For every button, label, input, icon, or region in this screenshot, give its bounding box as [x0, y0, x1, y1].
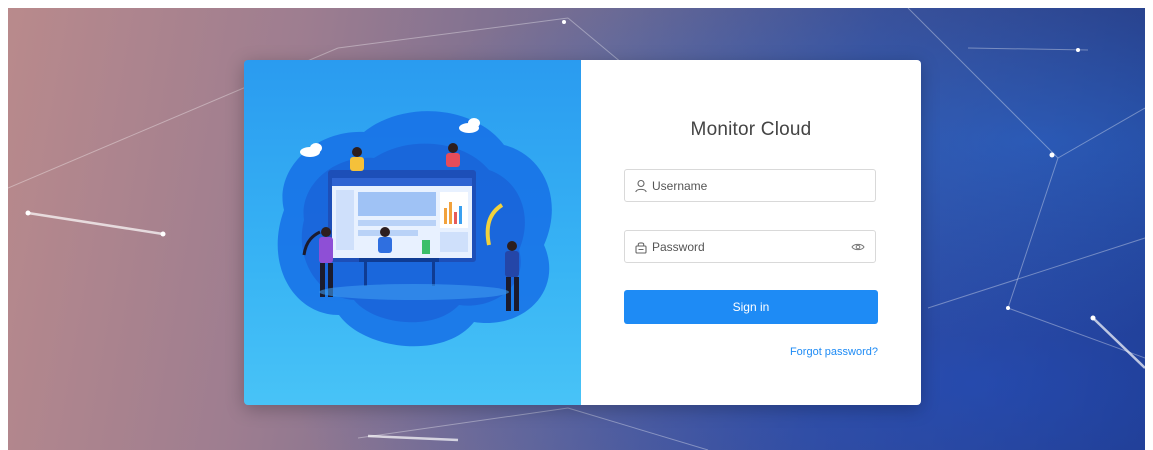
illustration-panel — [244, 60, 581, 405]
app-title: Monitor Cloud — [690, 119, 812, 140]
sign-in-button[interactable]: Sign in — [624, 290, 878, 324]
forgot-password-link[interactable]: Forgot password? — [790, 346, 878, 358]
team-dashboard-illustration — [277, 111, 552, 347]
lock-icon — [634, 240, 648, 254]
user-icon — [634, 179, 648, 193]
password-field[interactable] — [624, 230, 876, 263]
login-form-panel: Monitor Cloud Username Sign in Forgot pa… — [581, 60, 921, 405]
password-input[interactable] — [652, 231, 851, 262]
login-card: Monitor Cloud Username Sign in Forgot pa… — [244, 60, 921, 405]
username-input[interactable] — [652, 170, 875, 201]
eye-icon[interactable] — [851, 240, 865, 254]
username-field[interactable] — [624, 169, 876, 202]
